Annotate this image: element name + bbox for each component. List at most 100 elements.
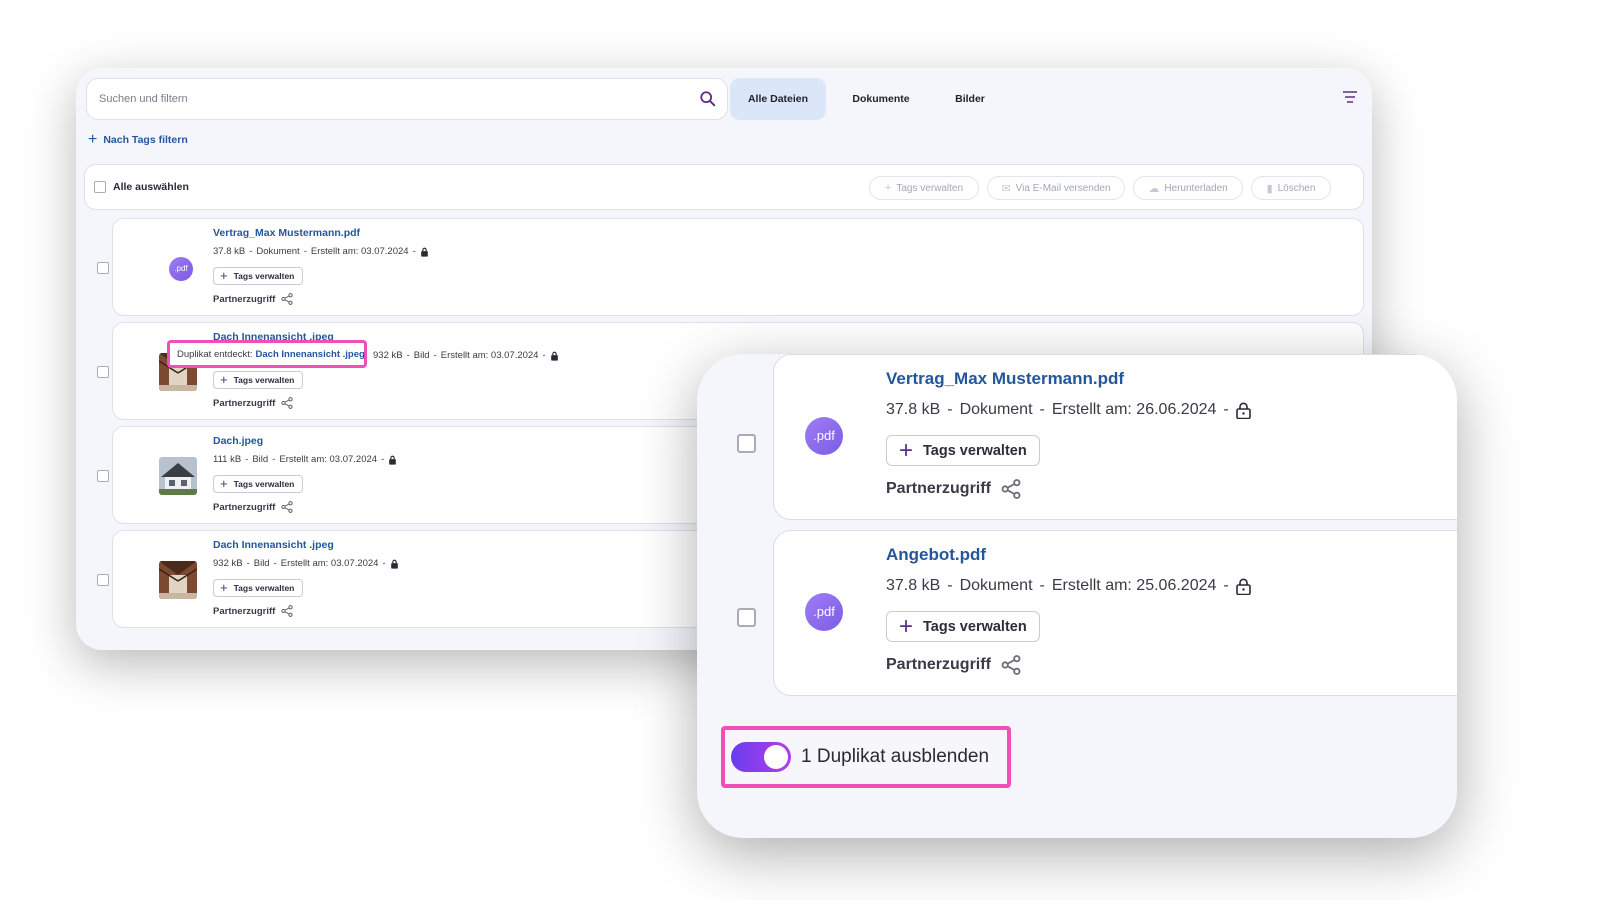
partner-access-label: Partnerzugriff [213,501,276,513]
select-all-checkbox[interactable] [94,181,106,193]
hide-duplicates-label[interactable]: 1 Duplikat ausblenden [801,746,989,768]
bulk-tags-label: Tags verwalten [896,182,964,194]
meta-separator: - [246,558,250,569]
file-name-link[interactable]: Dach Innenansicht .jpeg [213,539,334,551]
tab-documents[interactable]: Dokumente [836,78,926,120]
house-photo-thumbnail [159,457,197,495]
meta-separator: - [1223,401,1229,418]
file-name-link[interactable]: Vertrag_Max Mustermann.pdf [213,227,360,239]
row-checkbox[interactable] [97,262,109,274]
tab-all-files[interactable]: Alle Dateien [730,78,826,120]
file-row[interactable]: .pdf Vertrag_Max Mustermann.pdf 37.8 kB -… [97,218,1364,316]
partner-access[interactable]: Partnerzugriff [213,501,293,513]
share-icon[interactable] [281,397,293,409]
share-icon[interactable] [1001,655,1021,675]
manage-tags-button[interactable]: + Tags verwalten [886,435,1040,466]
search-input[interactable] [99,89,679,109]
partner-access[interactable]: Partnerzugriff [213,605,293,617]
file-meta: 37.8 kB - Dokument - Erstellt am: 26.06.2024… [886,401,1251,419]
pdf-file-icon: .pdf [805,593,843,631]
plus-icon: + [884,182,892,194]
meta-separator: - [1039,401,1045,418]
share-icon[interactable] [1001,479,1021,499]
plus-icon: + [220,476,228,491]
file-kind: Dokument [959,401,1033,418]
partner-access[interactable]: Partnerzugriff [213,397,293,409]
row-checkbox[interactable] [97,366,109,378]
file-meta: 932 kB - Bild - Erstellt am: 03.07.2024- [373,350,559,361]
plus-icon: + [88,131,98,148]
file-kind: Dokument [256,246,300,257]
manage-tags-label: Tags verwalten [233,583,295,593]
file-name-link[interactable]: Vertrag_Max Mustermann.pdf [886,369,1124,389]
lock-icon [420,247,428,257]
bulk-email-label: Via E-Mail versenden [1015,182,1111,194]
lock-icon [1235,402,1251,419]
hide-duplicates-toggle[interactable] [731,742,791,772]
trash-icon: ▮ [1266,182,1273,195]
search-field[interactable] [86,78,728,120]
file-row[interactable]: .pdf Vertrag_Max Mustermann.pdf 37.8 kB -… [773,354,1457,520]
manage-tags-button[interactable]: + Tags verwalten [213,371,304,389]
partner-access-label: Partnerzugriff [886,480,991,497]
bulk-download-label: Herunterladen [1164,182,1228,194]
partner-access[interactable]: Partnerzugriff [213,293,293,305]
file-created: Erstellt am: 03.07.2024 [440,350,539,361]
tab-images[interactable]: Bilder [936,78,1004,120]
zoomed-panel: .pdf Vertrag_Max Mustermann.pdf 37.8 kB -… [697,354,1457,838]
bulk-action-bar: Alle auswählen + Tags verwalten ✉ Via E-Ma… [84,164,1364,210]
pdf-file-icon: .pdf [805,417,843,455]
lock-icon [390,559,398,569]
manage-tags-button[interactable]: + Tags verwalten [213,579,304,597]
file-row[interactable]: .pdf Angebot.pdf 37.8 kB - Dokument - Erstel… [773,530,1457,696]
file-created: Erstellt am: 25.06.2024 [1051,577,1217,594]
manage-tags-label: Tags verwalten [233,375,295,385]
file-meta: 37.8 kB - Dokument - Erstellt am: 25.06.2024… [886,577,1251,595]
plus-icon: + [220,372,228,387]
partner-access-label: Partnerzugriff [213,605,276,617]
plus-icon: + [899,612,914,640]
bulk-download-button[interactable]: ☁ Herunterladen [1133,176,1243,200]
attic-photo-thumbnail [159,561,197,599]
file-created: Erstellt am: 03.07.2024 [279,454,378,465]
meta-separator: - [303,246,307,257]
file-size: 932 kB [213,558,243,569]
meta-separator: - [412,246,416,257]
select-all-label[interactable]: Alle auswählen [113,181,189,193]
row-checkbox[interactable] [737,608,756,627]
file-size: 37.8 kB [213,246,246,257]
partner-access[interactable]: Partnerzugriff [886,655,1021,675]
bulk-tags-button[interactable]: + Tags verwalten [869,176,979,200]
meta-separator: - [272,454,276,465]
pdf-file-icon: .pdf [169,257,193,281]
file-name-link[interactable]: Angebot.pdf [886,545,986,565]
partner-access[interactable]: Partnerzugriff [886,479,1021,499]
sort-icon[interactable] [1342,90,1358,104]
duplicate-link[interactable]: Dach Innenansicht .jpeg [256,349,365,360]
manage-tags-button[interactable]: + Tags verwalten [886,611,1040,642]
share-icon[interactable] [281,293,293,305]
bulk-email-button[interactable]: ✉ Via E-Mail versenden [987,176,1125,200]
file-name-link[interactable]: Dach.jpeg [213,435,263,447]
share-icon[interactable] [281,501,293,513]
row-checkbox[interactable] [97,470,109,482]
bulk-delete-label: Löschen [1277,182,1316,194]
file-size: 111 kB [213,454,242,465]
search-icon[interactable] [699,90,717,108]
manage-tags-button[interactable]: + Tags verwalten [213,267,304,285]
file-size: 37.8 kB [886,401,941,418]
plus-icon: + [899,436,914,464]
tag-filter-button[interactable]: + Nach Tags filtern [88,131,188,148]
manage-tags-button[interactable]: + Tags verwalten [213,475,304,493]
hide-duplicates-control: 1 Duplikat ausblenden [721,726,1011,788]
file-size: 37.8 kB [886,577,941,594]
row-checkbox[interactable] [737,434,756,453]
lock-icon [550,351,558,361]
share-icon[interactable] [281,605,293,617]
file-kind: Dokument [959,577,1033,594]
file-kind: Bild [413,350,430,361]
manage-tags-label: Tags verwalten [923,442,1027,459]
row-checkbox[interactable] [97,574,109,586]
file-kind: Bild [252,454,269,465]
bulk-delete-button[interactable]: ▮ Löschen [1251,176,1331,200]
